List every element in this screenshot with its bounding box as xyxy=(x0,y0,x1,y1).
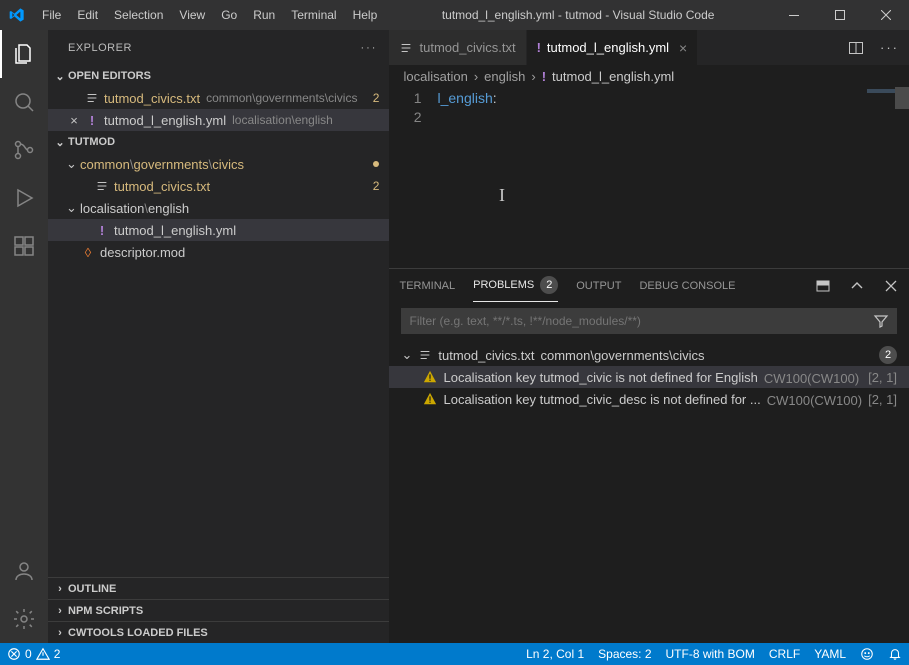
menu-file[interactable]: File xyxy=(34,0,69,30)
problem-file-row[interactable]: ⌄tutmod_civics.txtcommon\governments\civ… xyxy=(389,344,909,366)
breadcrumb-item[interactable]: localisation xyxy=(403,69,467,84)
file-icon: ! xyxy=(537,40,541,55)
settings-gear-icon[interactable] xyxy=(0,595,48,643)
chevron-down-icon: ⌄ xyxy=(52,136,68,149)
open-editor-item[interactable]: tutmod_civics.txtcommon\governments\civi… xyxy=(48,87,389,109)
scrollbar-thumb[interactable] xyxy=(895,87,909,109)
menu-terminal[interactable]: Terminal xyxy=(283,0,344,30)
minimap[interactable] xyxy=(849,87,909,268)
panel-tab-debug-console[interactable]: DEBUG CONSOLE xyxy=(639,269,735,302)
accounts-icon[interactable] xyxy=(0,547,48,595)
menu-help[interactable]: Help xyxy=(345,0,386,30)
chevron-right-icon: › xyxy=(52,605,68,617)
open-editor-item[interactable]: ×!tutmod_l_english.ymllocalisation\engli… xyxy=(48,109,389,131)
status-eol[interactable]: CRLF xyxy=(762,643,807,665)
file-icon xyxy=(418,348,432,362)
panel-close-icon[interactable] xyxy=(883,278,899,294)
menu-edit[interactable]: Edit xyxy=(69,0,106,30)
folder-row[interactable]: ⌄ localisation \ english xyxy=(48,197,389,219)
section-npm-scripts[interactable]: ›NPM SCRIPTS xyxy=(48,599,389,621)
menu-go[interactable]: Go xyxy=(213,0,245,30)
menu-view[interactable]: View xyxy=(171,0,213,30)
file-row[interactable]: tutmod_civics.txt2 xyxy=(48,175,389,197)
code-editor[interactable]: 12 l_english: xyxy=(389,87,909,268)
maximize-button[interactable] xyxy=(817,0,863,30)
file-row[interactable]: !tutmod_l_english.yml xyxy=(48,219,389,241)
filter-icon[interactable] xyxy=(873,313,889,329)
sidebar-more-icon[interactable]: ··· xyxy=(360,42,377,54)
panel-tab-terminal[interactable]: TERMINAL xyxy=(399,269,455,302)
split-editor-icon[interactable] xyxy=(848,40,864,56)
status-spaces[interactable]: Spaces: 2 xyxy=(591,643,658,665)
close-button[interactable] xyxy=(863,0,909,30)
file-row[interactable]: ◊descriptor.mod xyxy=(48,241,389,263)
modified-dot-icon xyxy=(373,161,379,167)
close-icon[interactable]: × xyxy=(679,40,687,56)
file-icon: ! xyxy=(542,69,546,84)
search-icon[interactable] xyxy=(0,78,48,126)
breadcrumb-item[interactable]: english xyxy=(484,69,525,84)
status-lncol[interactable]: Ln 2, Col 1 xyxy=(519,643,591,665)
file-icon xyxy=(94,178,110,194)
chevron-up-icon[interactable] xyxy=(849,278,865,294)
bell-icon[interactable] xyxy=(881,643,909,665)
file-icon: ! xyxy=(84,112,100,128)
status-encoding[interactable]: UTF-8 with BOM xyxy=(659,643,762,665)
problem-item[interactable]: Localisation key tutmod_civic is not def… xyxy=(389,366,909,388)
editor-more-icon[interactable]: ··· xyxy=(880,40,899,55)
warning-icon xyxy=(423,370,437,384)
editor-tab[interactable]: !tutmod_l_english.yml× xyxy=(527,30,699,65)
breadcrumb-item[interactable]: tutmod_l_english.yml xyxy=(552,69,674,84)
run-debug-icon[interactable] xyxy=(0,174,48,222)
status-errors[interactable]: 0 2 xyxy=(0,643,67,665)
menu-bar: FileEditSelectionViewGoRunTerminalHelp xyxy=(34,0,385,30)
folder-row[interactable]: ⌄ common \ governments \ civics xyxy=(48,153,389,175)
menu-run[interactable]: Run xyxy=(245,0,283,30)
folder-section[interactable]: ⌄ TUTMOD xyxy=(48,131,389,153)
window-title: tutmod_l_english.yml - tutmod - Visual S… xyxy=(385,8,771,22)
editor-tab[interactable]: tutmod_civics.txt xyxy=(389,30,526,65)
panel-tab-output[interactable]: OUTPUT xyxy=(576,269,621,302)
explorer-icon[interactable] xyxy=(0,30,48,78)
file-icon: ! xyxy=(94,222,110,238)
feedback-icon[interactable] xyxy=(853,643,881,665)
activity-bar xyxy=(0,30,48,643)
app-logo xyxy=(0,7,34,23)
status-lang[interactable]: YAML xyxy=(807,643,853,665)
section-cwtools-loaded-files[interactable]: ›CWTOOLS LOADED FILES xyxy=(48,621,389,643)
file-icon: ◊ xyxy=(80,244,96,260)
text-cursor-icon: I xyxy=(499,185,505,206)
chevron-down-icon: ⌄ xyxy=(66,200,80,216)
file-icon xyxy=(84,90,100,106)
problems-filter-input[interactable] xyxy=(409,314,873,328)
source-control-icon[interactable] xyxy=(0,126,48,174)
chevron-right-icon: › xyxy=(52,583,68,595)
menu-selection[interactable]: Selection xyxy=(106,0,171,30)
section-outline[interactable]: ›OUTLINE xyxy=(48,577,389,599)
chevron-down-icon: ⌄ xyxy=(401,347,412,363)
warning-icon xyxy=(423,392,437,406)
chevron-right-icon: › xyxy=(52,627,68,639)
extensions-icon[interactable] xyxy=(0,222,48,270)
sidebar-title: EXPLORER xyxy=(68,42,132,54)
file-icon xyxy=(399,41,413,55)
panel-tab-problems[interactable]: PROBLEMS2 xyxy=(473,269,558,302)
open-editors-section[interactable]: ⌄ OPEN EDITORS xyxy=(48,65,389,87)
panel-maximize-icon[interactable] xyxy=(815,278,831,294)
problem-item[interactable]: Localisation key tutmod_civic_desc is no… xyxy=(389,388,909,410)
chevron-down-icon: ⌄ xyxy=(66,156,80,172)
minimize-button[interactable] xyxy=(771,0,817,30)
chevron-down-icon: ⌄ xyxy=(52,70,68,83)
